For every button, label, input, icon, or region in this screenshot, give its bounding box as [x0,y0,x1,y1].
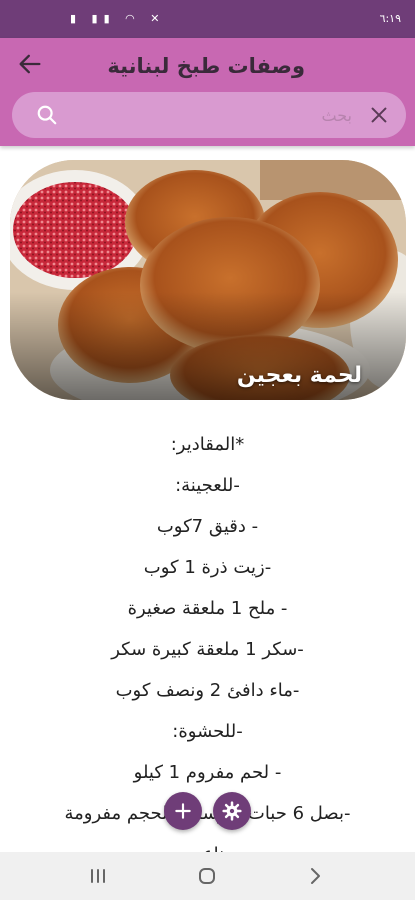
recipe-line: -للعجينة: [175,475,240,496]
search-input[interactable] [72,100,352,130]
status-icons: ▮ ▮▮ ◠ ✕ [70,12,166,25]
recipe-line: - ملح 1 ملعقة صغيرة [127,598,288,619]
recipe-line: - لحم مفروم 1 كيلو [133,762,282,783]
back-arrow-icon[interactable] [16,50,44,78]
status-time: ٦:١٩ [379,12,401,25]
plus-icon [175,803,191,819]
settings-button[interactable] [213,792,251,830]
recipe-text: *المقادير: -للعجينة: - دقيق 7كوب -زيت ذر… [0,424,415,854]
recipe-line: -زيت ذرة 1 كوب [143,557,272,578]
recipe-line: -ماء دافئ 2 ونصف كوب [115,680,300,701]
recipe-line: - دقيق 7كوب [156,516,259,537]
back-icon[interactable] [303,864,327,888]
status-bar: ▮ ▮▮ ◠ ✕ ٦:١٩ [0,0,415,38]
system-nav-bar [0,852,415,900]
app-title: وصفات طبخ لبنانية [107,54,305,78]
home-icon[interactable] [195,864,219,888]
recipe-title: لحمة بعجين [236,363,362,388]
recipe-image: لحمة بعجين [10,160,406,400]
close-icon[interactable] [368,104,390,126]
recipe-line: -سكر 1 ملعقة كبيرة سكر [111,639,304,660]
recipe-line: *المقادير: [170,434,245,455]
search-bar [12,92,406,138]
recents-icon[interactable] [86,864,110,888]
search-icon[interactable] [36,104,58,126]
recipe-line: ناعم [0,834,415,854]
recipe-line: -للحشوة: [172,721,243,742]
gear-icon [222,801,242,821]
add-button[interactable] [164,792,202,830]
app-bar: وصفات طبخ لبنانية [0,38,415,146]
recipe-line: -بصل 6 حبات متوسطة الحجم مفرومة [64,803,351,824]
